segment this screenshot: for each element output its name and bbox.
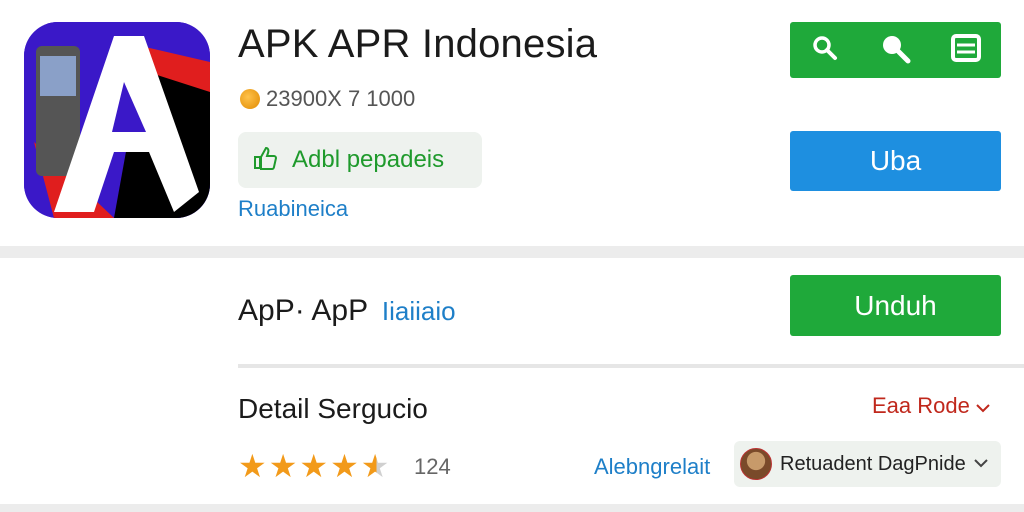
app-subtitle: ApP· ApP Iiaiiaio	[238, 294, 456, 328]
thumbs-up-icon	[252, 145, 278, 176]
search-button[interactable]	[805, 30, 845, 70]
sort-dropdown[interactable]: Eaa Rode	[872, 393, 990, 419]
star-icon: ★	[268, 448, 298, 484]
reviewer-name: Retuadent DagPnide	[780, 452, 966, 475]
app-title: APK APR Indonesia	[238, 22, 598, 66]
sort-label: Eaa Rode	[872, 393, 970, 418]
reviewer-link[interactable]: Alebngrelait	[594, 454, 710, 480]
download-button[interactable]: Unduh	[790, 275, 1001, 336]
half-star-icon: ★	[360, 448, 390, 484]
toolbar	[790, 22, 1001, 78]
avatar	[740, 448, 772, 480]
price-row: 23900X 7 1000	[240, 86, 415, 112]
star-icon: ★	[238, 448, 267, 484]
zoom-button[interactable]	[875, 30, 915, 70]
divider-line	[238, 364, 1024, 368]
star-icon: ★	[330, 448, 359, 484]
price-text: 23900X 7 1000	[266, 86, 416, 111]
wishlist-chip[interactable]: Adbl pepadeis	[238, 132, 482, 188]
chevron-down-icon	[973, 455, 988, 473]
rating-count: 124	[414, 454, 451, 479]
menu-button[interactable]	[946, 30, 986, 70]
bottom-divider	[0, 504, 1024, 512]
zoom-icon	[878, 31, 912, 70]
coin-icon	[240, 89, 260, 109]
detail-title: Detail Sergucio	[238, 393, 428, 424]
app-subtitle-tag[interactable]: Iiaiiaio	[382, 296, 456, 326]
app-icon	[24, 22, 210, 218]
chevron-down-icon	[976, 393, 990, 419]
search-icon	[811, 34, 839, 67]
category-link[interactable]: Ruabineica	[238, 196, 348, 222]
wishlist-label: Adbl pepadeis	[292, 146, 445, 173]
section-divider	[0, 246, 1024, 258]
reviewer-dropdown[interactable]: Retuadent DagPnide	[734, 441, 1001, 487]
star-rating: ★ ★ ★ ★ ★	[238, 450, 389, 482]
primary-button[interactable]: Uba	[790, 131, 1001, 191]
app-subtitle-text: ApP· ApP	[238, 294, 368, 327]
star-icon: ★	[299, 448, 329, 484]
menu-icon	[950, 33, 981, 67]
